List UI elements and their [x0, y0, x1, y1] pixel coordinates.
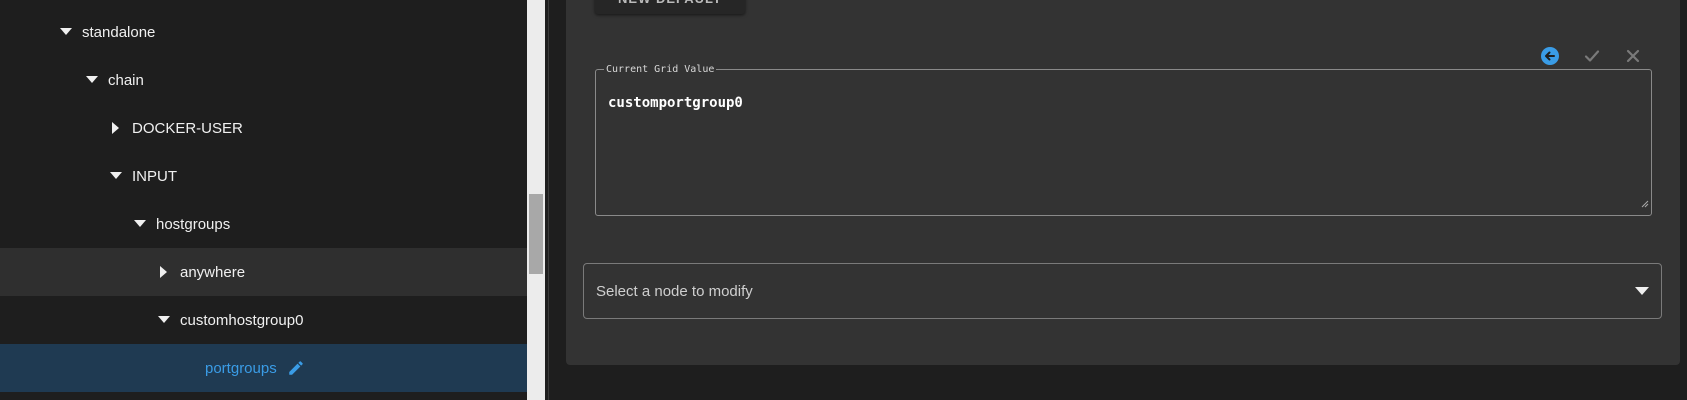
pencil-icon[interactable] [287, 359, 305, 377]
tree-item-customhostgroup0[interactable]: customhostgroup0 [0, 296, 527, 344]
tree-item-hostgroups[interactable]: hostgroups [0, 200, 527, 248]
caret-down-icon[interactable] [84, 72, 100, 88]
tree-scrollbar[interactable] [527, 0, 545, 400]
tree-item-chain[interactable]: chain [0, 56, 527, 104]
caret-right-icon[interactable] [108, 120, 124, 136]
caret-down-icon[interactable] [156, 312, 172, 328]
tree-item-portgroups[interactable]: portgroups [0, 344, 527, 392]
caret-right-icon[interactable] [156, 264, 172, 280]
tree-item-label: chain [108, 71, 144, 89]
new-default-button[interactable]: NEW DEFAULT [595, 0, 745, 14]
grid-value-text[interactable]: customportgroup0 [608, 95, 1639, 111]
caret-down-icon[interactable] [58, 24, 74, 40]
tree-item-label: INPUT [132, 167, 177, 185]
tree-item-label: DOCKER-USER [132, 119, 243, 137]
grid-value-legend: Current Grid Value [606, 64, 715, 75]
tree-item-label: customhostgroup0 [180, 311, 304, 329]
tree-item-anywhere[interactable]: anywhere [0, 248, 527, 296]
grid-value-editor[interactable]: Current Grid Value customportgroup0 [595, 64, 1652, 216]
tree-item-standalone[interactable]: standalone [0, 8, 527, 56]
caret-down-icon[interactable] [1635, 283, 1649, 300]
tree-item-label: portgroups [205, 359, 277, 377]
tree-item-label: standalone [82, 23, 156, 41]
node-select-placeholder: Select a node to modify [596, 282, 753, 300]
tree-item-label: anywhere [180, 263, 246, 281]
tree-item-input[interactable]: INPUT [0, 152, 527, 200]
panel-divider [548, 0, 549, 400]
tree-item-label: hostgroups [156, 215, 231, 233]
caret-down-icon[interactable] [132, 216, 148, 232]
caret-down-icon[interactable] [108, 168, 124, 184]
scrollbar-thumb[interactable] [529, 194, 543, 274]
tree-item-docker-user[interactable]: DOCKER-USER [0, 104, 527, 152]
resize-grip-icon[interactable] [1641, 195, 1649, 213]
node-select-dropdown[interactable]: Select a node to modify [583, 263, 1662, 319]
tree-panel: standalone chain DOCKER-USER INPUT hostg… [0, 0, 527, 400]
